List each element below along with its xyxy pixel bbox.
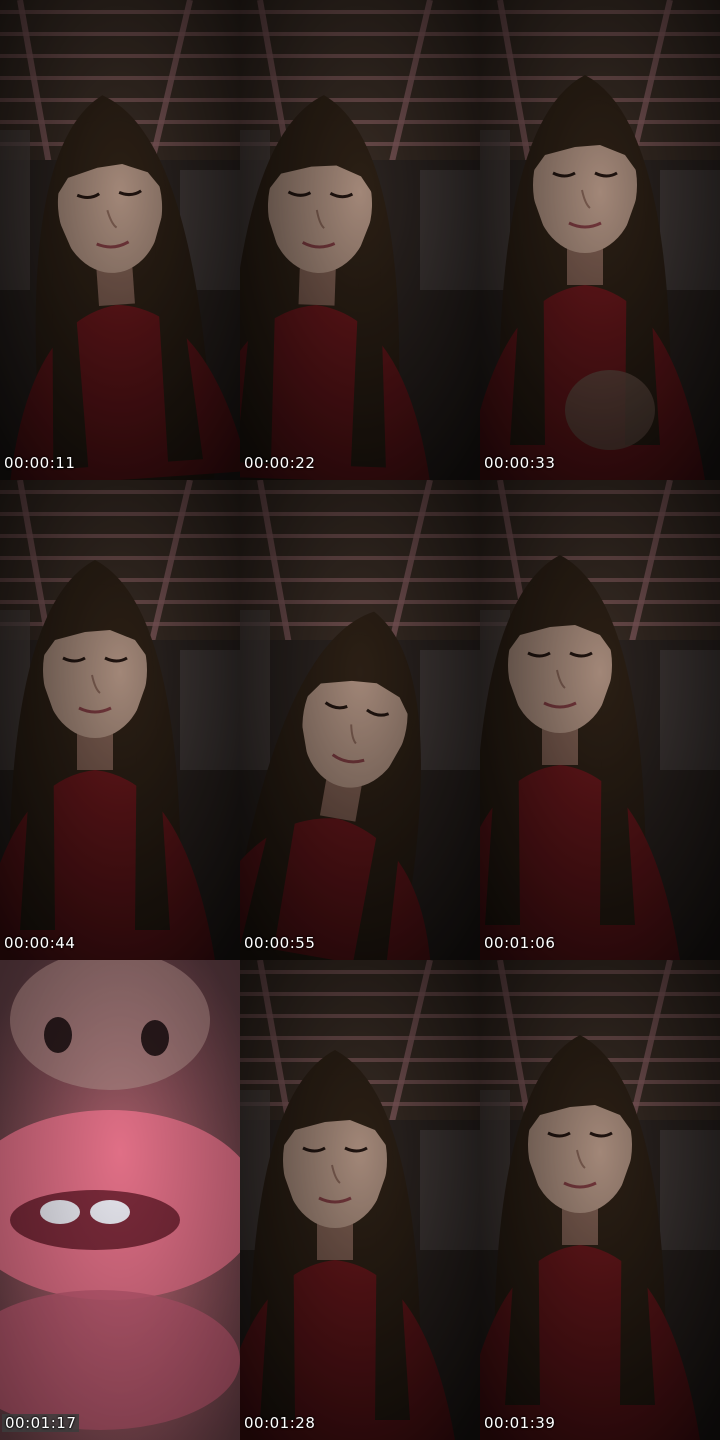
frame-scene-image <box>0 960 240 1440</box>
video-frame-thumbnail: 00:01:17 <box>0 960 240 1440</box>
frame-scene-image <box>240 960 480 1440</box>
video-frame-thumbnail: 00:00:55 <box>240 480 480 960</box>
video-frame-thumbnail: 00:01:28 <box>240 960 480 1440</box>
frame-scene-image <box>240 480 480 960</box>
frame-scene-image <box>240 0 480 480</box>
video-frame-thumbnail: 00:01:39 <box>480 960 720 1440</box>
video-frame-thumbnail: 00:00:44 <box>0 480 240 960</box>
frame-timestamp: 00:01:17 <box>2 1414 80 1432</box>
frame-scene-image <box>480 960 720 1440</box>
frame-timestamp: 00:00:22 <box>244 454 316 472</box>
video-frame-thumbnail: 00:00:22 <box>240 0 480 480</box>
frame-timestamp: 00:00:11 <box>4 454 76 472</box>
frame-scene-image <box>480 0 720 480</box>
video-frame-thumbnail: 00:00:11 <box>0 0 240 480</box>
frame-timestamp: 00:01:39 <box>484 1414 556 1432</box>
video-frame-thumbnail: 00:01:06 <box>480 480 720 960</box>
frame-scene-image <box>480 480 720 960</box>
frame-timestamp: 00:01:28 <box>244 1414 316 1432</box>
video-frame-thumbnail: 00:00:33 <box>480 0 720 480</box>
contact-sheet-grid: 00:00:11 00:00:22 00:00:33 00:00:44 00:00:55… <box>0 0 720 1440</box>
frame-scene-image <box>0 0 240 480</box>
frame-timestamp: 00:00:55 <box>244 934 316 952</box>
frame-timestamp: 00:01:06 <box>484 934 556 952</box>
frame-scene-image <box>0 480 240 960</box>
frame-timestamp: 00:00:33 <box>484 454 556 472</box>
frame-timestamp: 00:00:44 <box>4 934 76 952</box>
